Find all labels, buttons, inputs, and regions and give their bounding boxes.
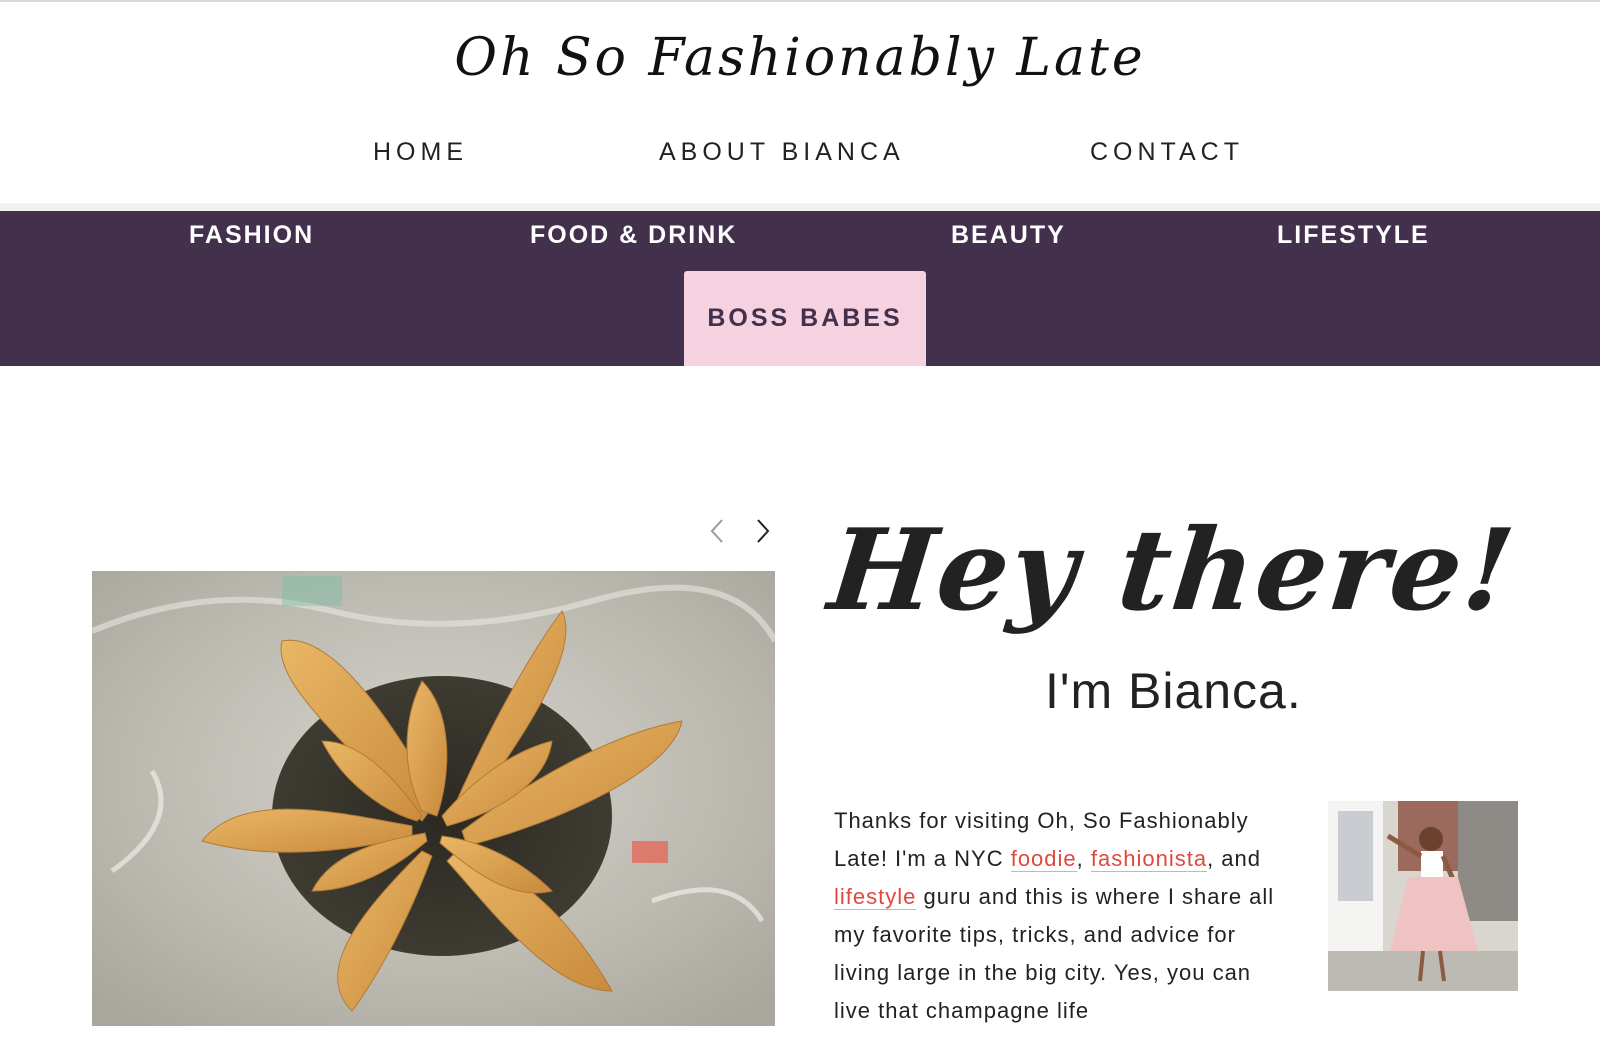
category-beauty[interactable]: BEAUTY bbox=[951, 221, 1066, 250]
top-border bbox=[0, 0, 1600, 2]
name-subheading: I'm Bianca. bbox=[1045, 663, 1302, 719]
top-nav: HOME ABOUT BIANCA CONTACT bbox=[0, 138, 1600, 178]
portrait-image bbox=[1328, 801, 1518, 991]
featured-food-photo[interactable] bbox=[92, 571, 775, 1026]
chevron-right-icon[interactable] bbox=[750, 516, 774, 546]
bio-paragraph: Thanks for visiting Oh, So Fashionably L… bbox=[834, 802, 1284, 1030]
foodie-link[interactable]: foodie bbox=[1010, 846, 1077, 872]
fashionista-link[interactable]: fashionista bbox=[1090, 846, 1208, 872]
bio-text-part-2: , and bbox=[1207, 846, 1262, 871]
greeting-heading: Hey there! bbox=[823, 505, 1522, 636]
category-nav: FASHION FOOD & DRINK BEAUTY LIFESTYLE BO… bbox=[0, 211, 1600, 366]
site-logo-title[interactable]: Oh So Fashionably Late bbox=[0, 28, 1600, 88]
slider-controls bbox=[706, 516, 776, 546]
nav-home-link[interactable]: HOME bbox=[373, 138, 468, 167]
chevron-left-icon[interactable] bbox=[706, 516, 730, 546]
bianca-portrait-photo[interactable] bbox=[1328, 801, 1518, 991]
category-fashion[interactable]: FASHION bbox=[189, 221, 314, 250]
bio-separator: , bbox=[1076, 846, 1091, 871]
category-food-drink[interactable]: FOOD & DRINK bbox=[530, 221, 737, 250]
nav-divider bbox=[0, 203, 1600, 211]
category-boss-babes[interactable]: BOSS BABES bbox=[684, 271, 926, 366]
nav-contact-link[interactable]: CONTACT bbox=[1090, 138, 1244, 167]
nav-about-link[interactable]: ABOUT BIANCA bbox=[659, 138, 905, 167]
food-dish-image bbox=[92, 571, 775, 1026]
lifestyle-link[interactable]: lifestyle bbox=[834, 884, 917, 910]
category-lifestyle[interactable]: LIFESTYLE bbox=[1277, 221, 1430, 250]
